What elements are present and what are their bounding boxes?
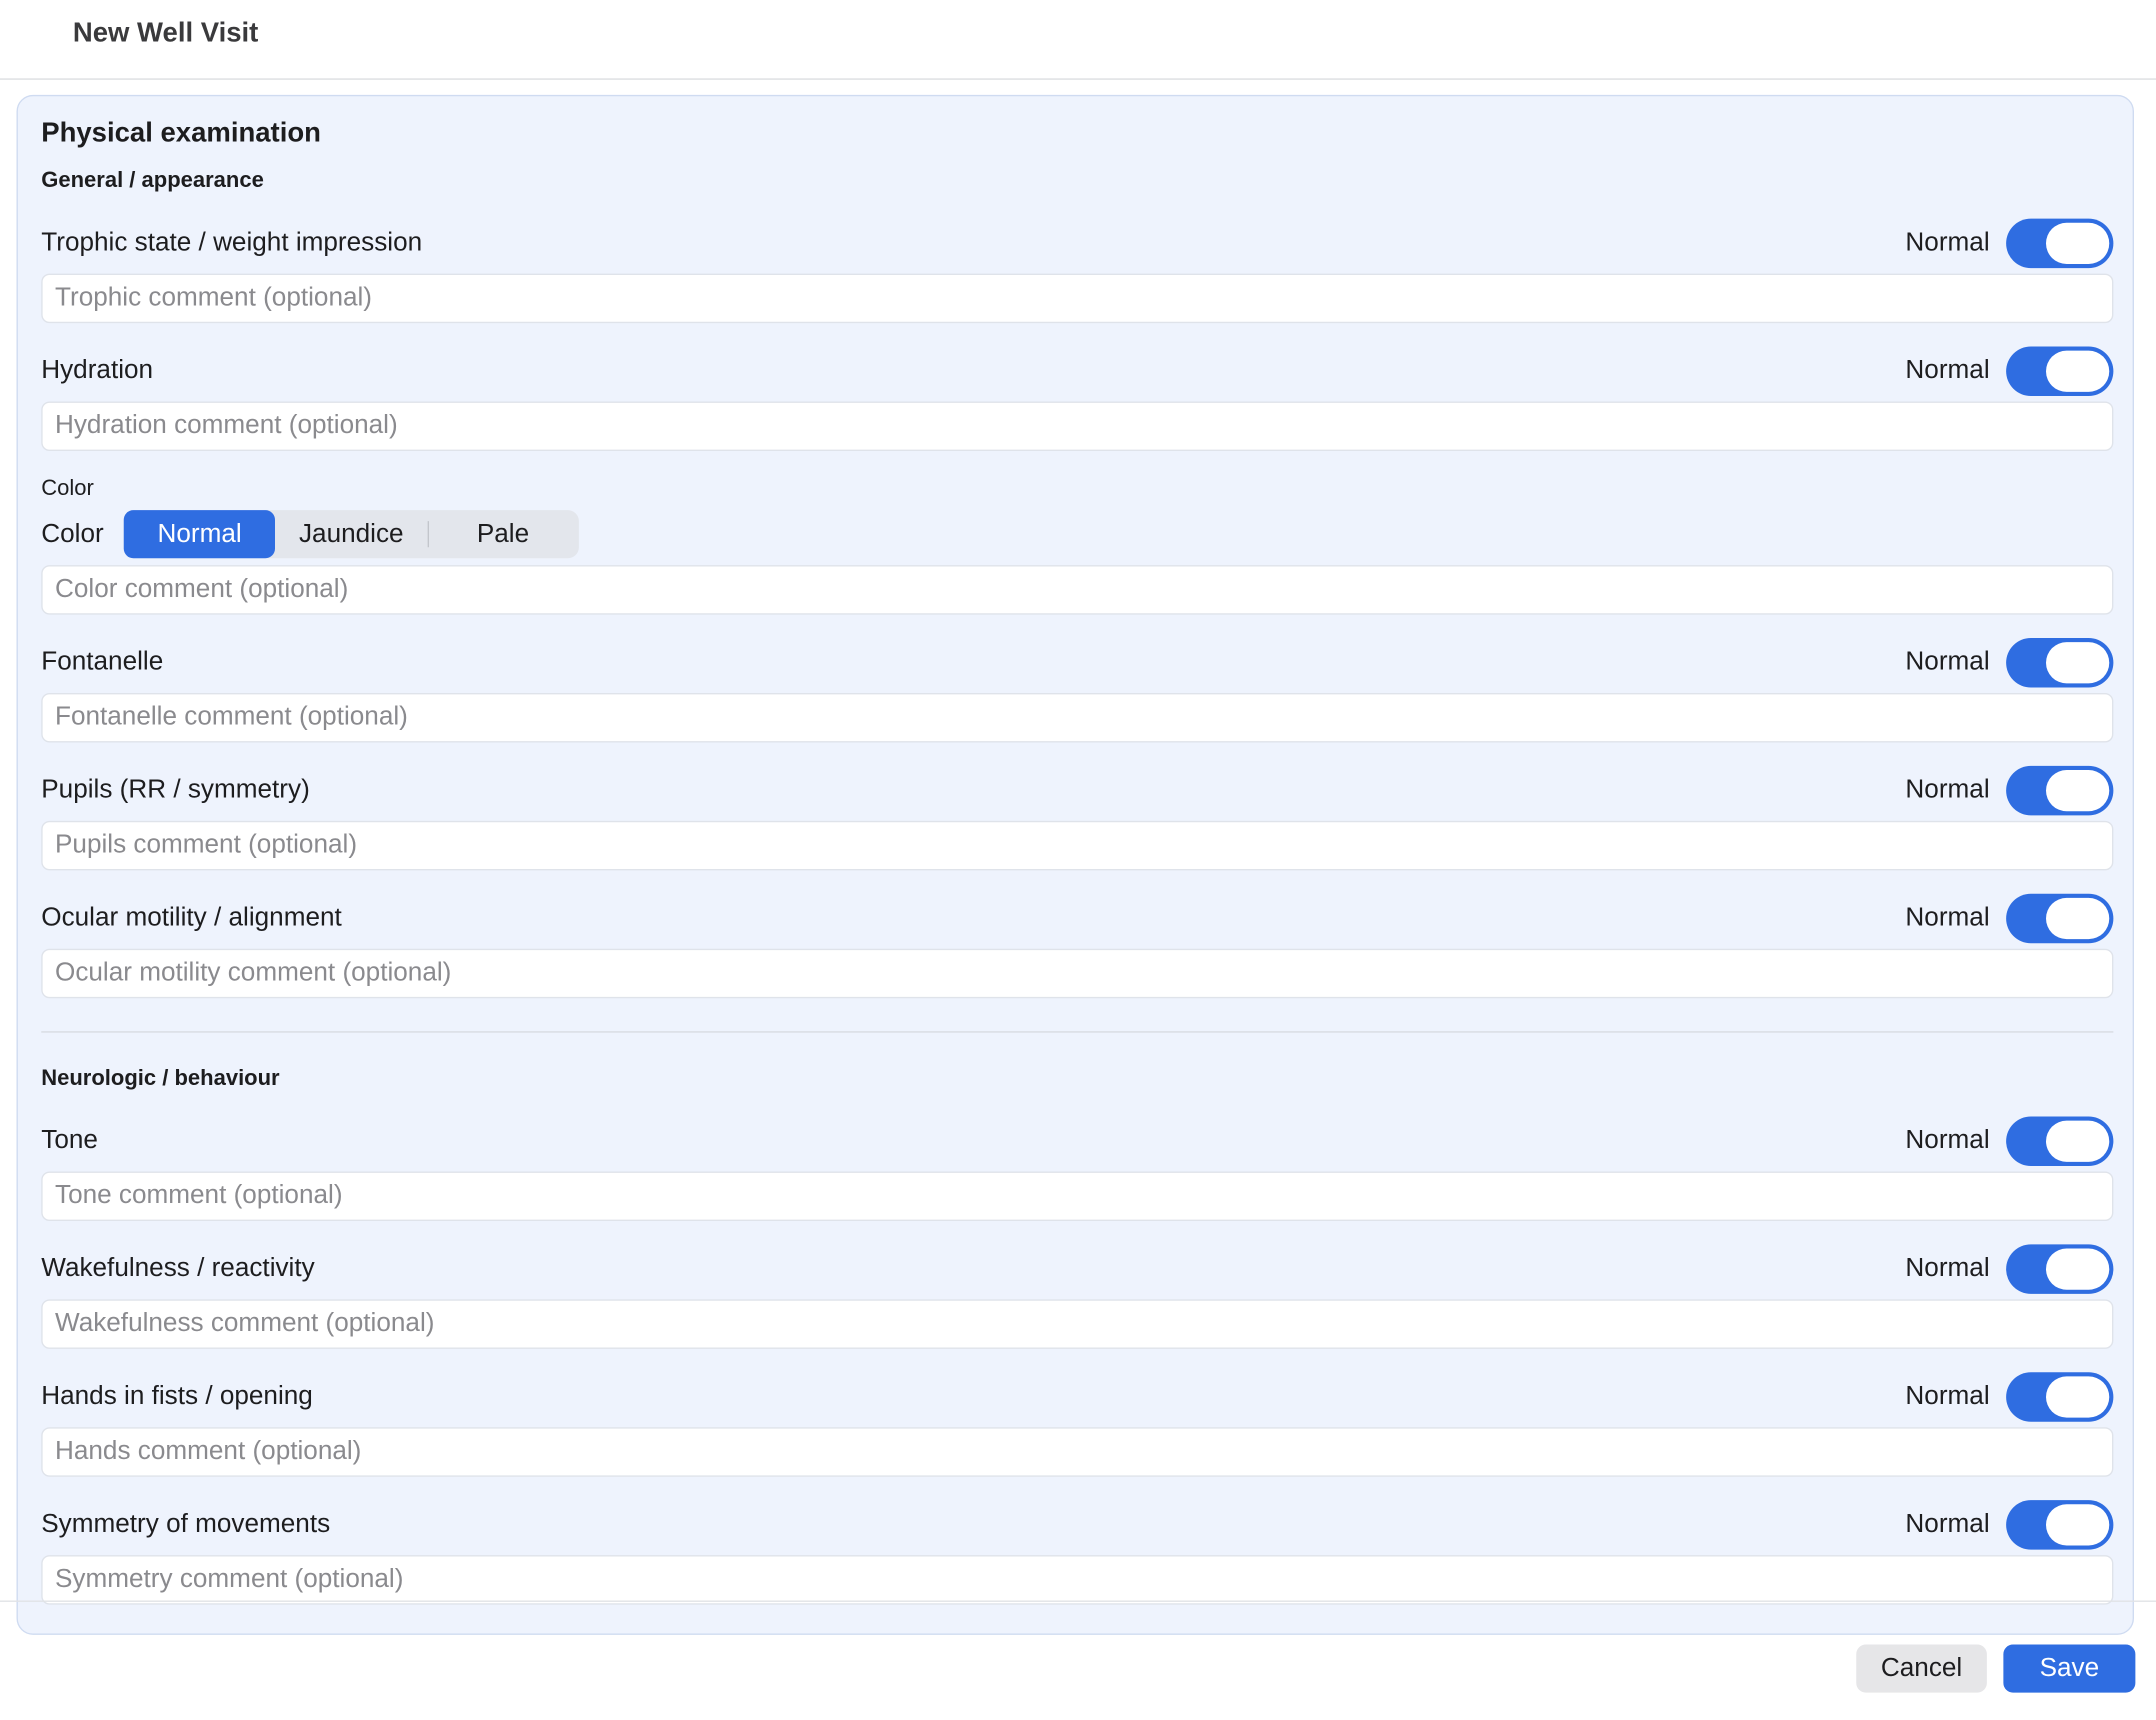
normal-toggle[interactable]: [2006, 638, 2114, 688]
normal-toggle[interactable]: [2006, 1500, 2114, 1550]
normal-toggle[interactable]: [2006, 1244, 2114, 1294]
normal-toggle[interactable]: [2006, 893, 2114, 944]
app-window: New Well Visit Physical examination Gene…: [0, 0, 2156, 1720]
ocular-motility-comment-input[interactable]: [41, 948, 2114, 999]
segment-divider: [427, 521, 429, 548]
row-label: Hands in fists / opening: [41, 1381, 313, 1411]
color-label: Color: [41, 519, 104, 549]
toggle-knob: [2046, 1504, 2110, 1546]
normal-label: Normal: [1905, 775, 1990, 805]
option-label: Pale: [476, 519, 530, 548]
color-option-jaundice[interactable]: Jaundice: [275, 510, 427, 558]
option-label: Jaundice: [298, 519, 404, 548]
tone-comment-input[interactable]: [41, 1171, 2114, 1221]
row-label: Hydration: [41, 356, 154, 385]
toggle-knob: [2046, 770, 2110, 812]
color-option-normal[interactable]: Normal: [123, 510, 276, 559]
trophic-comment-input[interactable]: [41, 273, 2114, 324]
normal-toggle[interactable]: [2006, 218, 2114, 269]
normal-label: Normal: [1905, 1254, 1990, 1283]
pupils-comment-input[interactable]: [41, 820, 2114, 871]
save-button[interactable]: Save: [2003, 1644, 2136, 1693]
color-segmented-control: Normal Jaundice Pale: [123, 510, 579, 559]
row-label: Ocular motility / alignment: [41, 903, 342, 933]
toggle-knob: [2046, 222, 2110, 264]
row-label: Tone: [41, 1126, 98, 1155]
hands-comment-input[interactable]: [41, 1427, 2114, 1477]
normal-toggle[interactable]: [2006, 346, 2114, 396]
option-label: Normal: [157, 519, 242, 548]
physical-examination-panel[interactable]: Physical examination General / appearanc…: [16, 94, 2134, 1635]
normal-label: Normal: [1905, 228, 1990, 258]
footer-divider: [0, 1600, 2156, 1602]
fontanelle-comment-input[interactable]: [41, 693, 2114, 743]
section-title-general: General / appearance: [41, 169, 264, 193]
color-option-pale[interactable]: Pale: [427, 510, 579, 558]
toggle-knob: [2046, 1120, 2110, 1162]
row-label: Symmetry of movements: [41, 1509, 331, 1539]
toggle-knob: [2046, 897, 2110, 940]
normal-label: Normal: [1905, 1126, 1990, 1155]
normal-label: Normal: [1905, 356, 1990, 385]
wakefulness-comment-input[interactable]: [41, 1299, 2114, 1349]
normal-toggle[interactable]: [2006, 1116, 2114, 1166]
cancel-button[interactable]: Cancel: [1856, 1644, 1987, 1693]
section-title-neuro: Neurologic / behaviour: [41, 1067, 280, 1091]
normal-label: Normal: [1905, 1509, 1990, 1539]
toggle-knob: [2046, 350, 2110, 392]
row-label: Fontanelle: [41, 647, 164, 677]
color-caption: Color: [41, 477, 94, 501]
symmetry-comment-input[interactable]: [41, 1555, 2114, 1605]
window-title: New Well Visit: [72, 17, 259, 49]
row-label: Wakefulness / reactivity: [41, 1254, 315, 1283]
normal-toggle[interactable]: [2006, 1372, 2114, 1422]
toggle-knob: [2046, 1248, 2110, 1290]
row-label: Pupils (RR / symmetry): [41, 775, 310, 805]
color-comment-input[interactable]: [41, 565, 2114, 615]
panel-title: Physical examination: [41, 118, 321, 149]
toggle-knob: [2046, 642, 2110, 684]
normal-toggle[interactable]: [2006, 765, 2114, 816]
normal-label: Normal: [1905, 647, 1990, 677]
normal-label: Normal: [1905, 1381, 1990, 1411]
row-label: Trophic state / weight impression: [41, 228, 423, 258]
hydration-comment-input[interactable]: [41, 401, 2114, 451]
normal-label: Normal: [1905, 903, 1990, 933]
section-divider: [41, 1031, 2114, 1033]
title-bar: New Well Visit: [0, 0, 2156, 80]
toggle-knob: [2046, 1376, 2110, 1418]
